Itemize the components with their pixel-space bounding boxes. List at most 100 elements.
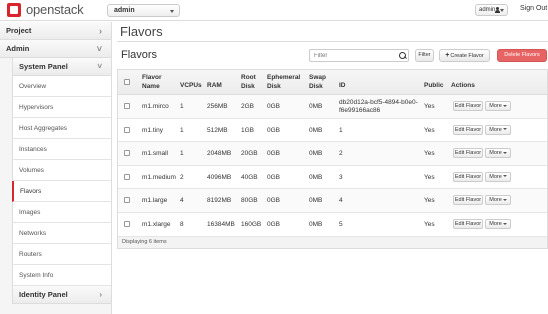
- sidebar-item-volumes[interactable]: Volumes: [12, 160, 111, 181]
- cell-vcpus: 4: [180, 197, 184, 205]
- more-actions-button[interactable]: More: [485, 148, 511, 159]
- sidebar-dashboard-admin[interactable]: Admin ˅: [0, 40, 111, 58]
- chevron-right-icon: ›: [99, 290, 102, 299]
- cell-public: Yes: [424, 150, 435, 158]
- sidebar-item-system-info[interactable]: System Info: [12, 265, 111, 286]
- plus-icon: +: [445, 52, 450, 59]
- more-actions-button[interactable]: More: [485, 218, 511, 229]
- table-row: m1.tiny 1 512MB 1GB 0GB 0MB 1 Yes Edit F…: [118, 118, 547, 143]
- create-flavor-button[interactable]: +Create Flavor: [439, 49, 490, 62]
- cell-id: 1: [339, 126, 343, 134]
- user-menu[interactable]: admin: [475, 4, 508, 16]
- edit-flavor-button[interactable]: Edit Flavor: [453, 148, 483, 159]
- cell-public: Yes: [424, 197, 435, 205]
- sidebar-dashboard-label: Admin: [6, 44, 30, 53]
- cell-id: db20d12a-bcf5-4894-b0e0- f6e99166ac86: [339, 99, 423, 115]
- cell-vcpus: 1: [180, 103, 184, 110]
- cell-id: 2: [339, 150, 343, 158]
- sidebar-item-images[interactable]: Images: [12, 202, 111, 223]
- column-vcpus[interactable]: VCPUs: [180, 81, 202, 90]
- cell-public: Yes: [424, 173, 435, 181]
- column-public[interactable]: Public: [424, 81, 444, 90]
- sidebar-item-hypervisors[interactable]: Hypervisors: [12, 97, 111, 118]
- more-actions-button[interactable]: More: [485, 101, 511, 111]
- search-icon[interactable]: [399, 52, 406, 59]
- cell-swap-disk: 0MB: [309, 150, 323, 158]
- sidebar-item-instances[interactable]: Instances: [12, 139, 111, 160]
- cell-ram: 4096MB: [207, 173, 232, 181]
- chevron-right-icon: ›: [99, 26, 102, 36]
- openstack-logo-icon[interactable]: [7, 3, 21, 17]
- table-footer: Displaying 6 items: [118, 236, 547, 248]
- table-row: m1.small 1 2048MB 20GB 0GB 0MB 2 Yes Edi…: [118, 142, 547, 166]
- row-checkbox[interactable]: [124, 150, 130, 157]
- more-label: More: [489, 197, 502, 204]
- sidebar-item-label: Networks: [19, 230, 47, 237]
- row-checkbox[interactable]: [124, 126, 130, 133]
- cell-root-disk: 20GB: [241, 150, 258, 158]
- sidebar-item-overview[interactable]: Overview: [12, 76, 111, 97]
- edit-flavor-button[interactable]: Edit Flavor: [453, 171, 483, 182]
- more-label: More: [489, 173, 502, 180]
- cell-flavor-name: m1.small: [142, 150, 169, 158]
- sidebar-item-label: Images: [19, 209, 41, 216]
- project-selector-label: admin: [114, 7, 135, 14]
- cell-root-disk: 2GB: [241, 103, 255, 110]
- caret-down-icon: [502, 198, 507, 201]
- project-selector[interactable]: admin: [107, 4, 180, 17]
- sidebar-item-label: Overview: [19, 83, 47, 90]
- caret-down-icon: [502, 222, 507, 225]
- edit-flavor-button[interactable]: Edit Flavor: [453, 195, 483, 206]
- column-id[interactable]: ID: [339, 81, 346, 90]
- row-checkbox[interactable]: [124, 173, 130, 180]
- cell-id: 4: [339, 197, 343, 205]
- column-ram[interactable]: RAM: [207, 81, 222, 90]
- cell-root-disk: 80GB: [241, 197, 258, 205]
- edit-flavor-button[interactable]: Edit Flavor: [453, 124, 483, 135]
- sidebar-item-label: Flavors: [20, 188, 42, 195]
- row-checkbox[interactable]: [124, 220, 130, 227]
- sidebar-item-routers[interactable]: Routers: [12, 244, 111, 265]
- filter-button[interactable]: Filter: [415, 49, 434, 62]
- select-all-checkbox[interactable]: [124, 79, 130, 85]
- chevron-down-icon: ˅: [97, 62, 102, 71]
- sidebar-panel-identity[interactable]: Identity Panel ›: [12, 286, 111, 304]
- sidebar-panel-label: Identity Panel: [19, 290, 68, 299]
- column-ephemeral-disk[interactable]: Ephemeral Disk: [267, 73, 307, 91]
- more-actions-button[interactable]: More: [485, 195, 511, 206]
- column-flavor-name[interactable]: Flavor Name: [142, 73, 176, 91]
- row-checkbox[interactable]: [124, 103, 130, 109]
- filter-input[interactable]: [309, 49, 409, 62]
- sidebar-dashboard-project[interactable]: Project ›: [0, 22, 111, 40]
- cell-flavor-name: m1.medium: [142, 173, 176, 181]
- sidebar-item-label: Host Aggregates: [19, 125, 68, 132]
- sidebar-item-flavors[interactable]: Flavors: [12, 181, 111, 202]
- more-label: More: [489, 126, 502, 133]
- sidebar-item-networks[interactable]: Networks: [12, 223, 111, 244]
- sidebar-item-host-aggregates[interactable]: Host Aggregates: [12, 118, 111, 139]
- cell-public: Yes: [424, 126, 435, 134]
- column-root-disk[interactable]: Root Disk: [241, 73, 265, 91]
- table-header: Flavor Name VCPUs RAM Root Disk Ephemera…: [118, 70, 547, 95]
- cell-ram: 2048MB: [207, 150, 232, 158]
- more-actions-button[interactable]: More: [485, 171, 511, 182]
- logo-text[interactable]: openstack: [26, 2, 84, 17]
- sidebar-panel-system[interactable]: System Panel ˅: [12, 58, 111, 76]
- cell-ephemeral-disk: 0GB: [267, 220, 281, 228]
- cell-ephemeral-disk: 0GB: [267, 150, 281, 158]
- cell-ephemeral-disk: 0GB: [267, 126, 281, 134]
- delete-flavors-button[interactable]: Delete Flavors: [497, 49, 547, 62]
- cell-root-disk: 160GB: [241, 220, 262, 228]
- cell-swap-disk: 0MB: [309, 103, 323, 110]
- row-checkbox[interactable]: [124, 197, 130, 204]
- signout-link[interactable]: Sign Out: [520, 5, 547, 12]
- more-actions-button[interactable]: More: [485, 124, 511, 135]
- column-swap-disk[interactable]: Swap Disk: [309, 73, 333, 91]
- chevron-down-icon: ˅: [96, 44, 102, 54]
- sidebar: Project › Admin ˅ System Panel ˅ Overvie…: [0, 22, 112, 314]
- edit-flavor-button[interactable]: Edit Flavor: [453, 101, 483, 111]
- column-actions: Actions: [451, 82, 475, 89]
- more-label: More: [489, 220, 502, 227]
- edit-flavor-button[interactable]: Edit Flavor: [453, 218, 483, 229]
- sidebar-item-label: Volumes: [19, 167, 44, 174]
